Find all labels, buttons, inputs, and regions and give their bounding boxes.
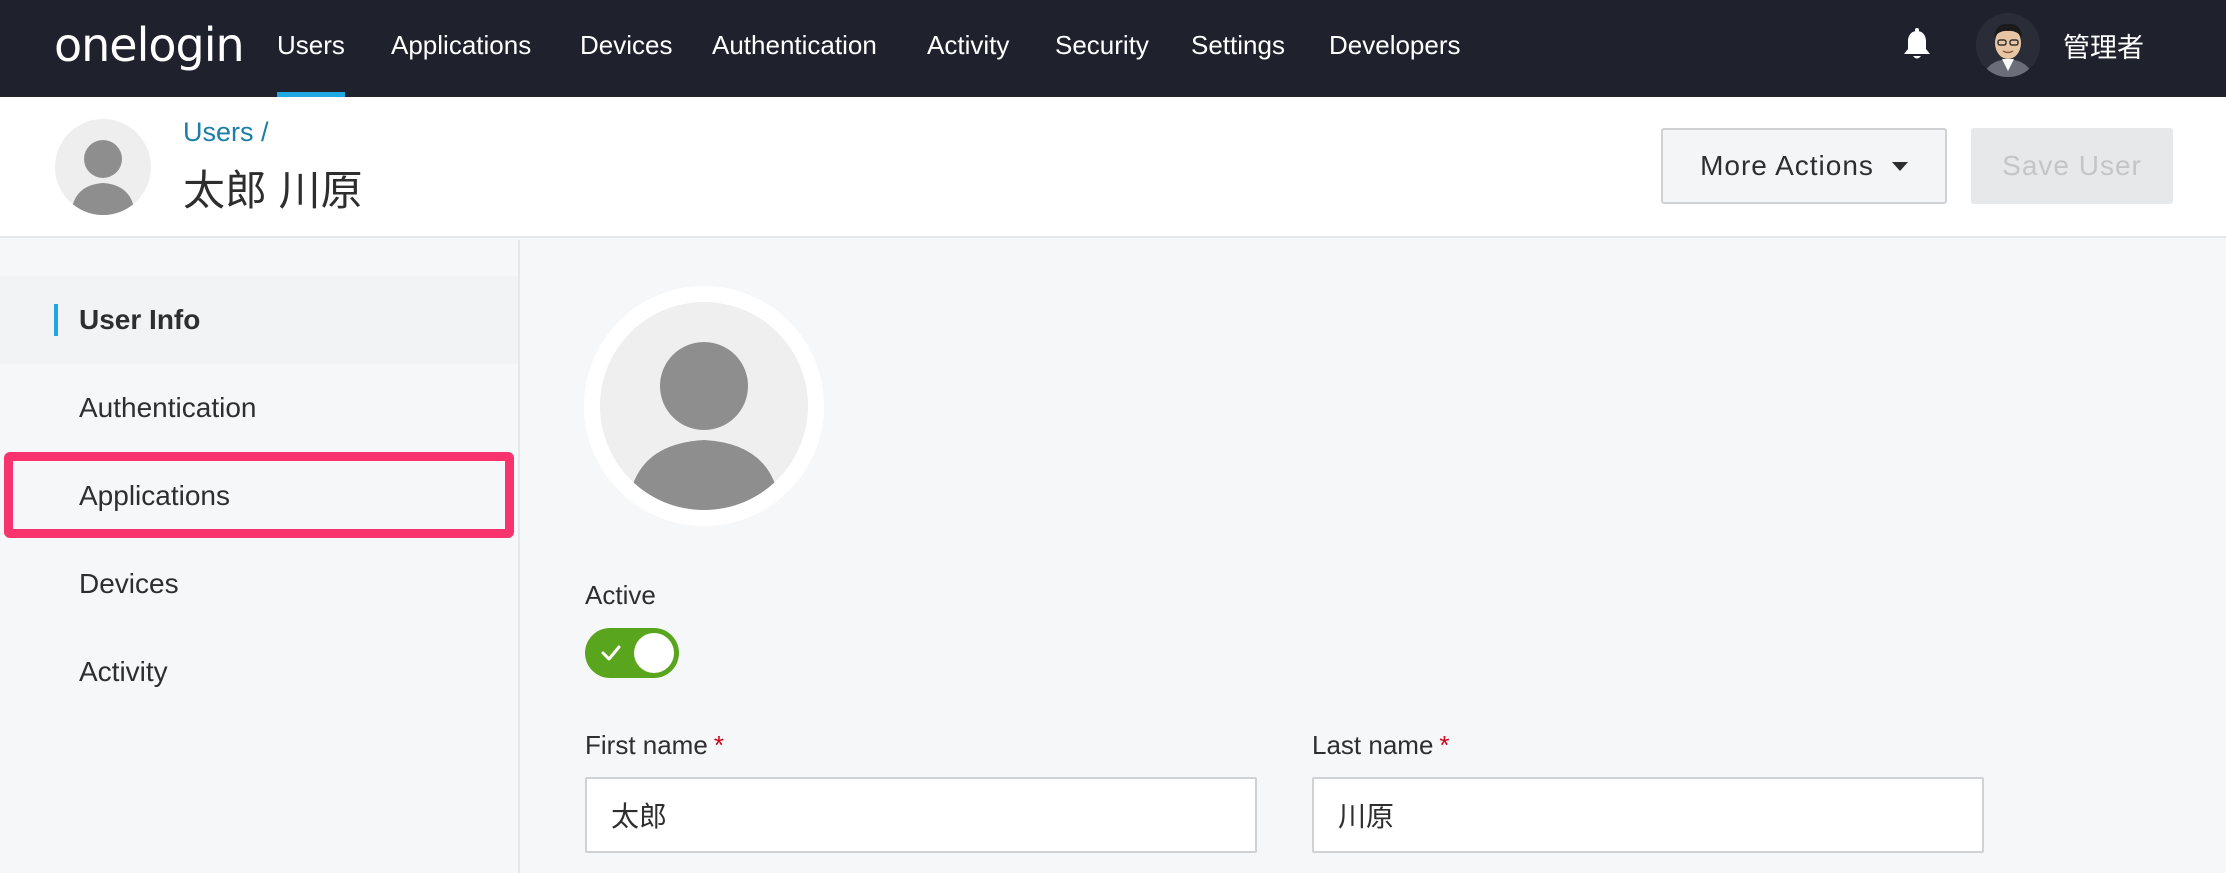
last-name-field[interactable] [1312,777,1984,853]
sidebar-item-activity[interactable]: Activity [0,628,518,716]
profile-picture-placeholder [600,302,808,510]
breadcrumb[interactable]: Users / [183,117,269,148]
last-name-label-text: Last name [1312,730,1434,760]
sidebar-item-devices[interactable]: Devices [0,540,518,628]
active-toggle[interactable] [585,628,679,678]
page-title: 太郎 川原 [183,167,363,214]
caret-down-icon [1891,161,1908,171]
save-user-button: Save User [1971,128,2173,204]
user-avatar[interactable] [1976,13,2040,77]
first-name-field[interactable] [585,777,1257,853]
required-marker: * [1439,730,1450,760]
user-sidebar: User Info Authentication Applications De… [0,240,520,873]
page-header: Users / 太郎 川原 More Actions Save User [0,97,2226,238]
check-icon [601,645,621,661]
top-nav-bar: onelogin Users Applications Devices Auth… [0,0,2226,97]
user-avatar-placeholder [55,119,151,215]
first-name-label: First name * [585,730,724,761]
more-actions-label: More Actions [1700,150,1874,181]
person-icon [628,342,780,510]
nav-item-settings[interactable]: Settings [1191,0,1285,97]
required-marker: * [713,730,724,760]
onelogin-logo[interactable]: onelogin [54,18,245,72]
nav-item-applications[interactable]: Applications [391,0,531,97]
first-name-label-text: First name [585,730,708,760]
active-label: Active [585,580,656,610]
last-name-label: Last name * [1312,730,1450,761]
user-photo-icon [1976,13,2040,77]
sidebar-item-authentication[interactable]: Authentication [0,364,518,452]
bell-icon[interactable] [1902,28,1932,62]
user-menu-name[interactable]: 管理者 [2063,26,2144,65]
nav-item-security[interactable]: Security [1055,0,1149,97]
sidebar-item-user-info[interactable]: User Info [0,276,518,364]
toggle-knob [634,633,674,673]
more-actions-button[interactable]: More Actions [1661,128,1947,204]
nav-item-authentication[interactable]: Authentication [712,0,877,97]
person-icon [71,140,135,215]
nav-item-devices[interactable]: Devices [580,0,672,97]
sidebar-item-applications[interactable]: Applications [0,452,518,540]
nav-item-developers[interactable]: Developers [1329,0,1461,97]
nav-item-activity[interactable]: Activity [927,0,1009,97]
nav-item-users[interactable]: Users [277,0,345,97]
profile-picture[interactable] [584,286,824,526]
